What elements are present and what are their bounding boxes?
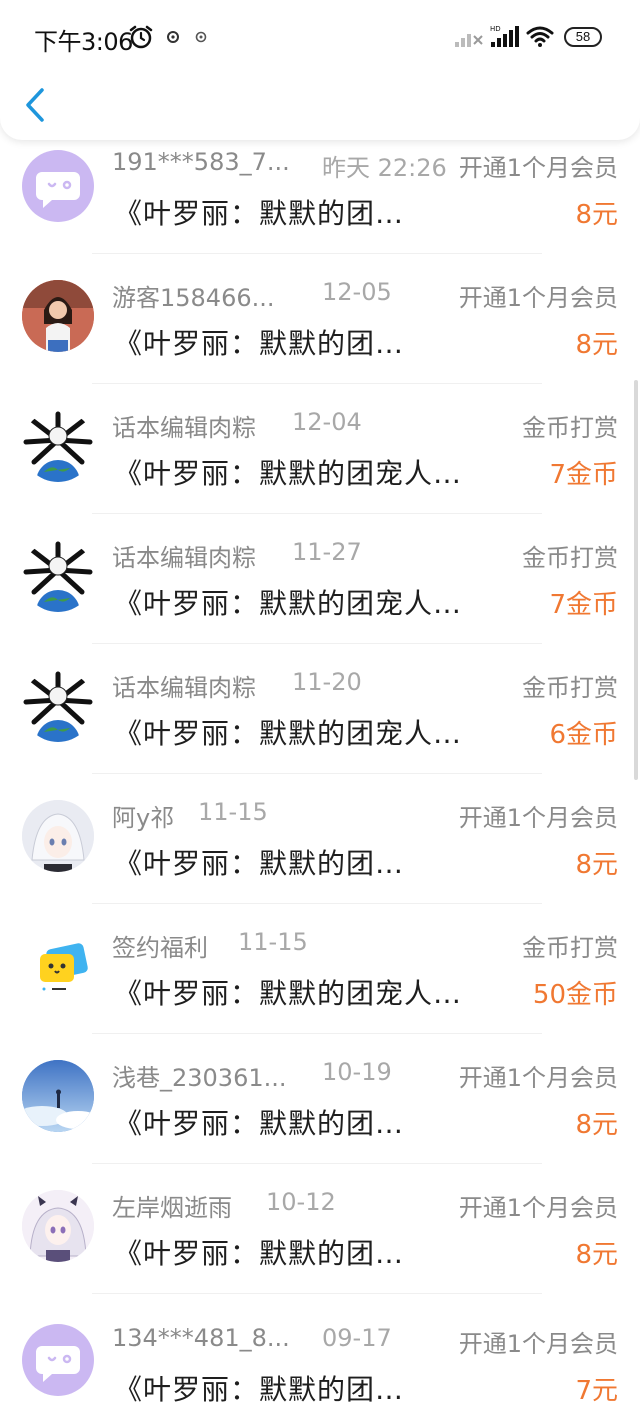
list-item[interactable]: 签约福利 11-15 金币打赏 《叶罗丽：默默的团宠人… 50金币	[0, 920, 640, 1050]
amount: 8元	[575, 1110, 618, 1140]
amount: 50金币	[532, 980, 618, 1010]
record-type: 开通1个月会员	[458, 804, 618, 832]
divider	[92, 1163, 542, 1164]
book-title: 《叶罗丽：默默的团…	[114, 327, 405, 360]
user-photo	[22, 280, 94, 352]
divider	[92, 253, 542, 254]
book-title: 《叶罗丽：默默的团…	[114, 197, 405, 230]
list-item[interactable]: 游客158466... 12-05 开通1个月会员 《叶罗丽：默默的团… 8元	[0, 270, 640, 400]
divider	[92, 383, 542, 384]
chat-bubble-icon	[22, 150, 94, 222]
signing-bonus-icon	[22, 930, 94, 1002]
list-item[interactable]: 左岸烟逝雨 10-12 开通1个月会员 《叶罗丽：默默的团… 8元	[0, 1180, 640, 1310]
record-type: 开通1个月会员	[458, 1194, 618, 1222]
record-date: 11-20	[292, 668, 362, 696]
top-bar: 下午3:06 HD 58	[0, 0, 640, 140]
divider	[92, 773, 542, 774]
battery-indicator: 58	[564, 27, 602, 47]
anime-girl-avatar	[22, 800, 94, 872]
amount: 7元	[575, 1376, 618, 1406]
user-name: 191***583_7...	[112, 148, 290, 176]
user-name: 左岸烟逝雨	[112, 1194, 232, 1222]
record-type: 开通1个月会员	[458, 1064, 618, 1092]
book-title: 《叶罗丽：默默的团宠人…	[114, 717, 463, 750]
amount: 8元	[575, 1240, 618, 1270]
amount: 8元	[575, 330, 618, 360]
signal-hd-icon: HD	[490, 25, 519, 47]
divider	[92, 643, 542, 644]
earth-creature-avatar	[22, 540, 94, 612]
chat-bubble-icon	[22, 1324, 94, 1396]
sky-scene-avatar	[22, 1060, 94, 1132]
record-type: 开通1个月会员	[458, 154, 618, 182]
user-name: 阿y祁	[112, 804, 175, 832]
signal-icon	[455, 34, 483, 47]
user-name: 浅巷_230361...	[112, 1064, 287, 1092]
user-name: 话本编辑肉粽	[112, 674, 256, 702]
user-name: 134***481_8...	[112, 1324, 290, 1352]
back-arrow-icon[interactable]	[22, 86, 48, 124]
earth-creature-avatar	[22, 410, 94, 482]
amount: 8元	[575, 200, 618, 230]
user-name: 话本编辑肉粽	[112, 544, 256, 572]
book-title: 《叶罗丽：默默的团宠人…	[114, 977, 463, 1010]
list-item[interactable]: 话本编辑肉粽 11-20 金币打赏 《叶罗丽：默默的团宠人… 6金币	[0, 660, 640, 790]
list-item[interactable]: 191***583_7... 昨天 22:26 开通1个月会员 《叶罗丽：默默的…	[0, 140, 640, 270]
record-date: 10-12	[266, 1188, 336, 1216]
list-item[interactable]: 话本编辑肉粽 11-27 金币打赏 《叶罗丽：默默的团宠人… 7金币	[0, 530, 640, 660]
book-title: 《叶罗丽：默默的团宠人…	[114, 457, 463, 490]
notification-icon	[195, 31, 207, 43]
divider	[92, 1293, 542, 1294]
book-title: 《叶罗丽：默默的团…	[114, 1107, 405, 1140]
list-item[interactable]: 阿y祁 11-15 开通1个月会员 《叶罗丽：默默的团… 8元	[0, 790, 640, 920]
user-name: 话本编辑肉粽	[112, 414, 256, 442]
record-type: 金币打赏	[522, 544, 618, 572]
user-name: 签约福利	[112, 934, 208, 962]
amount: 8元	[575, 850, 618, 880]
book-title: 《叶罗丽：默默的团…	[114, 1237, 405, 1270]
user-name: 游客158466...	[112, 284, 275, 312]
record-date: 12-04	[292, 408, 362, 436]
status-bar: 下午3:06 HD 58	[0, 18, 640, 58]
record-type: 金币打赏	[522, 674, 618, 702]
record-type: 开通1个月会员	[458, 284, 618, 312]
divider	[92, 513, 542, 514]
svg-text:HD: HD	[490, 25, 501, 33]
list-item[interactable]: 134***481_8... 09-17 开通1个月会员 《叶罗丽：默默的团… …	[0, 1310, 640, 1423]
amount: 6金币	[549, 720, 618, 750]
record-date: 12-05	[322, 278, 392, 306]
wifi-icon	[526, 26, 554, 47]
record-type: 金币打赏	[522, 414, 618, 442]
record-date: 11-27	[292, 538, 362, 566]
list-item[interactable]: 浅巷_230361... 10-19 开通1个月会员 《叶罗丽：默默的团… 8元	[0, 1050, 640, 1180]
alarm-icon	[129, 25, 153, 49]
amount: 7金币	[549, 460, 618, 490]
record-date: 10-19	[322, 1058, 392, 1086]
list-item[interactable]: 话本编辑肉粽 12-04 金币打赏 《叶罗丽：默默的团宠人… 7金币	[0, 400, 640, 530]
book-title: 《叶罗丽：默默的团…	[114, 847, 405, 880]
record-date: 09-17	[322, 1324, 392, 1352]
book-title: 《叶罗丽：默默的团宠人…	[114, 587, 463, 620]
status-time: 下午3:06	[34, 28, 133, 56]
notification-icon	[167, 31, 179, 43]
amount: 7金币	[549, 590, 618, 620]
record-date: 昨天 22:26	[322, 154, 447, 182]
book-title: 《叶罗丽：默默的团…	[114, 1373, 405, 1406]
record-date: 11-15	[238, 928, 308, 956]
record-date: 11-15	[198, 798, 268, 826]
divider	[92, 1033, 542, 1034]
record-type: 开通1个月会员	[458, 1330, 618, 1358]
record-type: 金币打赏	[522, 934, 618, 962]
anime-girl-avatar	[22, 1190, 94, 1262]
divider	[92, 903, 542, 904]
earth-creature-avatar	[22, 670, 94, 742]
